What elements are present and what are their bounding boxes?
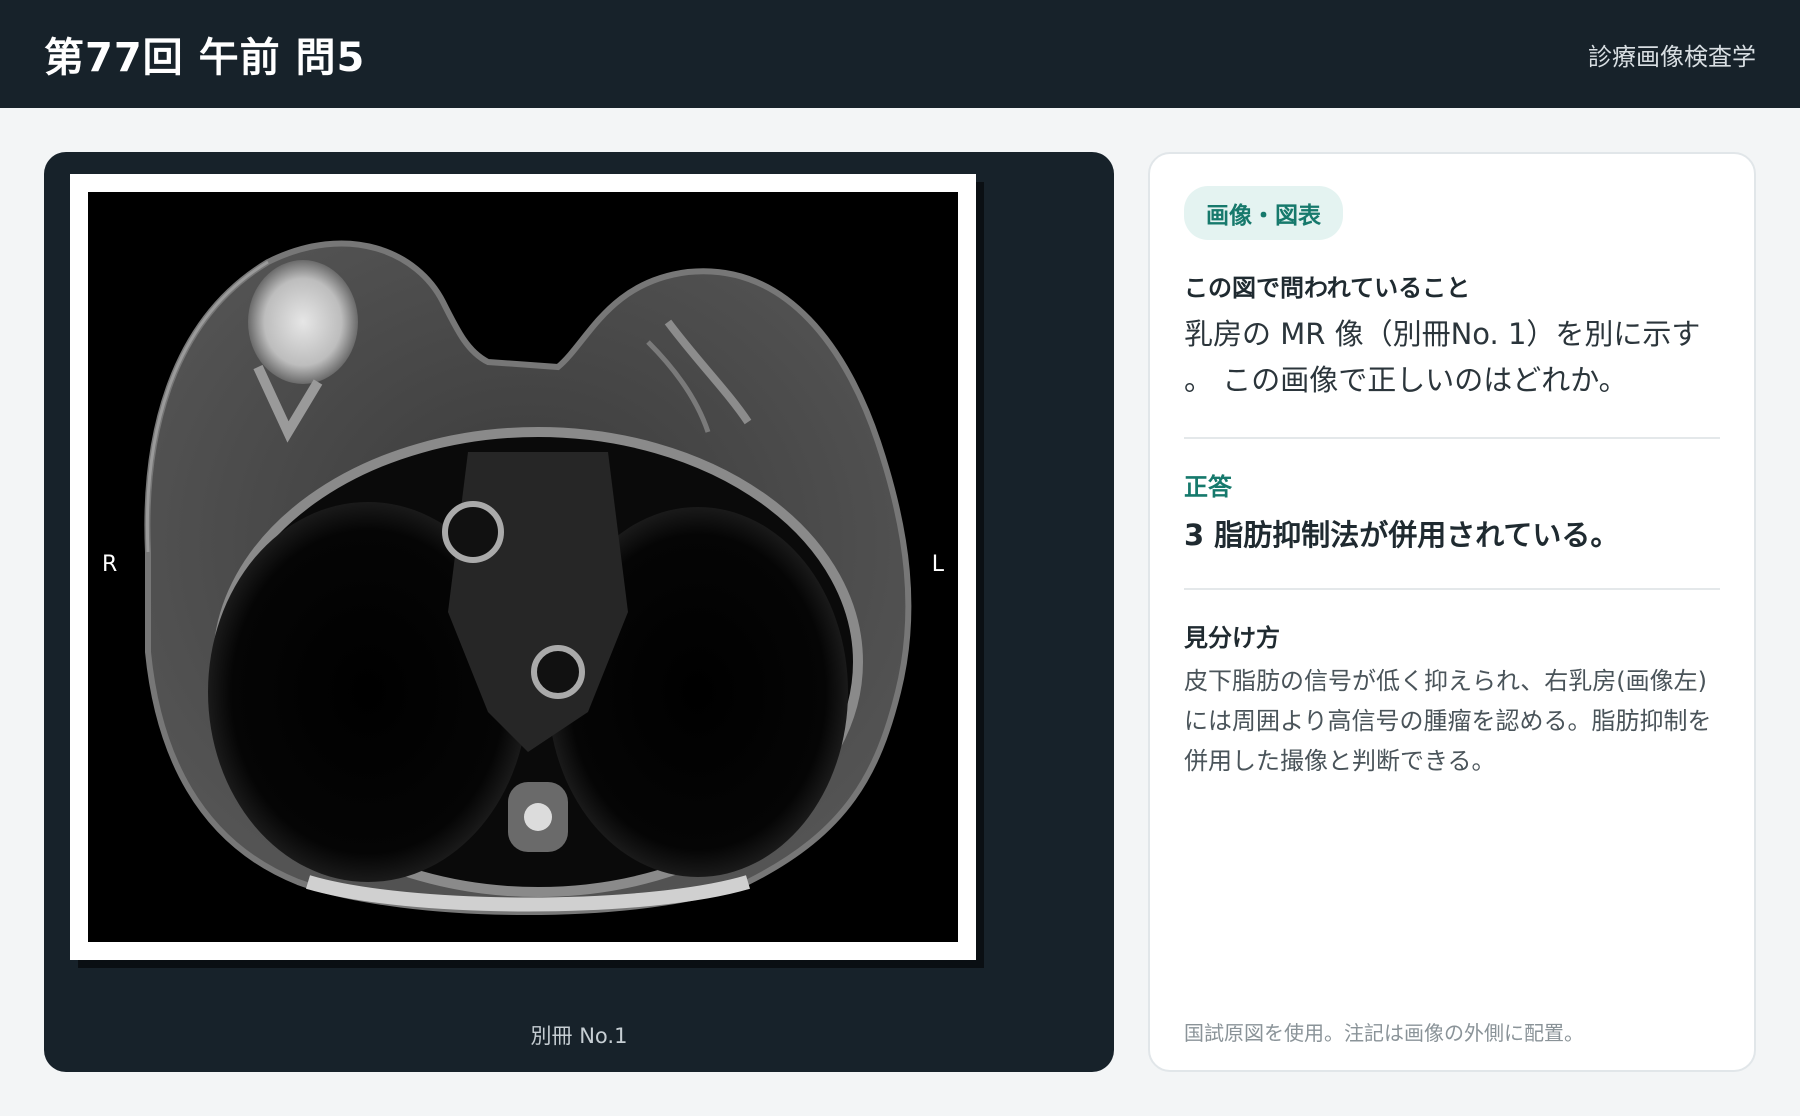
explanation-panel: 画像・図表 この図で問われていること 乳房の MR 像（別冊No. 1）を別に示… bbox=[1148, 152, 1756, 1072]
image-frame: R L bbox=[70, 174, 976, 960]
question-heading: この図で問われていること bbox=[1184, 274, 1471, 302]
category-badge: 画像・図表 bbox=[1184, 186, 1343, 240]
orientation-right-marker: R bbox=[102, 552, 118, 577]
divider bbox=[1184, 437, 1720, 439]
image-caption: 別冊 No.1 bbox=[530, 1024, 628, 1048]
breast-mr-scan bbox=[144, 240, 912, 915]
answer-text: 3 脂肪抑制法が併用されている。 bbox=[1184, 518, 1620, 552]
tip-text: 皮下脂肪の信号が低く抑えられ、右乳房(画像左)には周囲より高信号の腫瘤を認める。… bbox=[1184, 667, 1712, 775]
subject-label: 診療画像検査学 bbox=[1588, 42, 1756, 71]
page-title: 第77回 午前 問5 bbox=[44, 35, 366, 81]
answer-heading: 正答 bbox=[1184, 473, 1232, 501]
tip-heading: 見分け方 bbox=[1184, 624, 1280, 652]
divider bbox=[1184, 588, 1720, 590]
mr-image[interactable]: R L bbox=[88, 192, 958, 942]
top-header: 第77回 午前 問5 診療画像検査学 bbox=[0, 0, 1800, 108]
question-text: 乳房の MR 像（別冊No. 1）を別に示す 。 この画像で正しいのはどれか。 bbox=[1184, 317, 1701, 397]
source-note: 国試原図を使用。注記は画像の外側に配置。 bbox=[1184, 1021, 1584, 1045]
image-viewer: R L 別冊 No.1 bbox=[44, 152, 1114, 1072]
orientation-left-marker: L bbox=[931, 552, 944, 577]
